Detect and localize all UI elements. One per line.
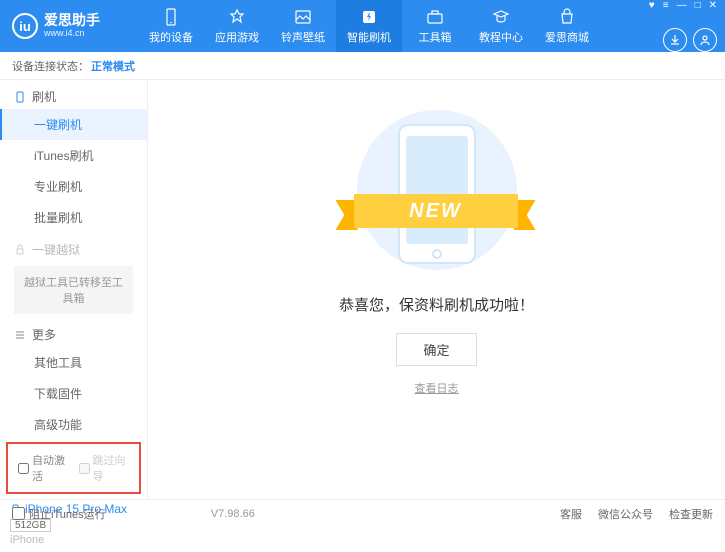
status-label: 设备连接状态： [12,58,89,74]
status-bar: 设备连接状态： 正常模式 [0,52,725,80]
device-type: iPhone [10,534,137,546]
close-icon[interactable]: ✕ [709,0,717,11]
flash-icon [359,7,379,27]
sidebar-item-other-tools[interactable]: 其他工具 [0,347,147,378]
menu-icon[interactable]: ♥ [649,0,655,11]
lock-icon [14,244,26,256]
tutorial-icon [491,7,511,27]
chk-block-itunes[interactable]: 阻止iTunes运行 [12,506,106,522]
section-flash[interactable]: 刷机 [0,80,147,109]
sidebar-item-pro-flash[interactable]: 专业刷机 [0,171,147,202]
nav-tutorials[interactable]: 教程中心 [468,0,534,52]
sidebar-item-batch-flash[interactable]: 批量刷机 [0,202,147,233]
sidebar-item-advanced[interactable]: 高级功能 [0,409,147,440]
logo-url: www.i4.cn [44,29,100,39]
list-icon[interactable]: ≡ [663,0,669,11]
footer-link-wechat[interactable]: 微信公众号 [598,506,653,522]
user-button[interactable] [693,28,717,52]
jailbreak-note: 越狱工具已转移至工具箱 [14,266,133,314]
view-log-link[interactable]: 查看日志 [415,380,459,396]
success-illustration: NEW [342,110,532,278]
section-jailbreak: 一键越狱 [0,233,147,262]
more-icon [14,329,26,341]
status-value: 正常模式 [91,58,135,74]
logo-icon: iu [12,13,38,39]
app-version: V7.98.66 [211,508,255,520]
store-icon [557,7,577,27]
window-controls: ♥ ≡ — □ ✕ [649,0,717,11]
section-more[interactable]: 更多 [0,318,147,347]
logo-title: 爱思助手 [44,13,100,28]
nav-my-device[interactable]: 我的设备 [138,0,204,52]
nav-store[interactable]: 爱思商城 [534,0,600,52]
options-box: 自动激活 跳过向导 [6,442,141,494]
app-logo: iu 爱思助手 www.i4.cn [8,13,138,39]
nav-ringtone-wallpaper[interactable]: 铃声壁纸 [270,0,336,52]
main-nav: 我的设备 应用游戏 铃声壁纸 智能刷机 工具箱 教程中心 爱思商城 [138,0,649,52]
device-info: iPhone 15 Pro Max 512GB iPhone [0,496,147,552]
footer-link-update[interactable]: 检查更新 [669,506,713,522]
app-header: iu 爱思助手 www.i4.cn 我的设备 应用游戏 铃声壁纸 智能刷机 工具… [0,0,725,52]
apps-icon [227,7,247,27]
sidebar-item-itunes-flash[interactable]: iTunes刷机 [0,140,147,171]
maximize-icon[interactable]: □ [695,0,701,11]
nav-apps-games[interactable]: 应用游戏 [204,0,270,52]
nav-smart-flash[interactable]: 智能刷机 [336,0,402,52]
success-message: 恭喜您，保资料刷机成功啦！ [339,294,534,315]
sidebar-item-oneclick-flash[interactable]: 一键刷机 [0,109,147,140]
new-banner-icon: NEW [336,188,536,234]
chk-auto-activate[interactable]: 自动激活 [18,452,69,484]
ok-button[interactable]: 确定 [396,333,476,366]
sidebar: 刷机 一键刷机 iTunes刷机 专业刷机 批量刷机 一键越狱 越狱工具已转移至… [0,80,148,499]
toolbox-icon [425,7,445,27]
wallpaper-icon [293,7,313,27]
main-panel: NEW 恭喜您，保资料刷机成功啦！ 确定 查看日志 [148,80,725,499]
sidebar-item-download-firmware[interactable]: 下载固件 [0,378,147,409]
minimize-icon[interactable]: — [677,0,687,11]
download-button[interactable] [663,28,687,52]
nav-toolbox[interactable]: 工具箱 [402,0,468,52]
device-icon [161,7,181,27]
footer-link-support[interactable]: 客服 [560,506,582,522]
chk-skip-guide[interactable]: 跳过向导 [79,452,130,484]
phone-icon [14,91,26,103]
